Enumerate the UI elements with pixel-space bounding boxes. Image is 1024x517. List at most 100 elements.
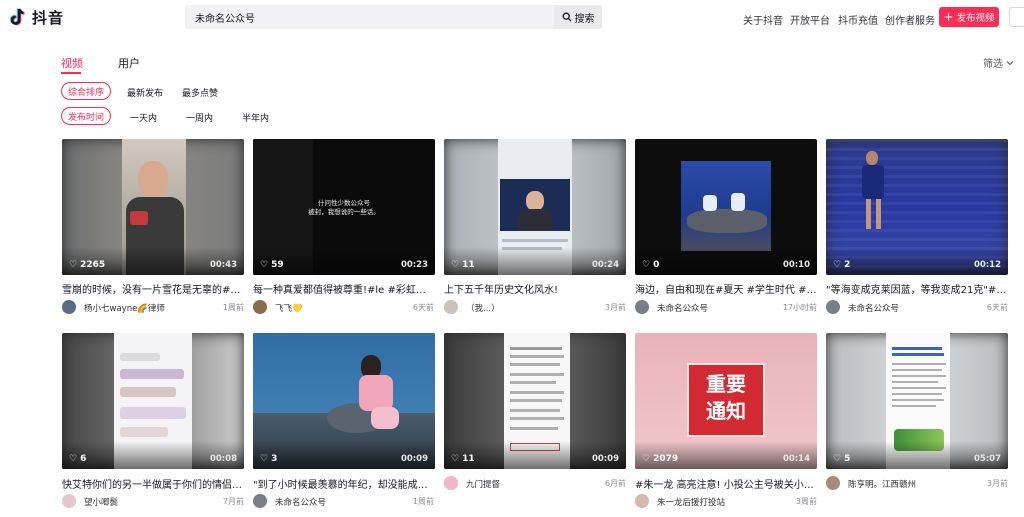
video-thumbnail[interactable]: ♡ 6 00:08: [62, 333, 244, 469]
avatar[interactable]: [635, 494, 649, 508]
nav-creator-service[interactable]: 创作者服务: [885, 12, 935, 27]
video-thumbnail[interactable]: ♡ 3 00:09: [253, 333, 435, 469]
like-count: ♡ 2079: [642, 454, 679, 464]
post-time: 3月前: [986, 479, 1008, 488]
publish-video-button[interactable]: + 发布视频: [939, 7, 999, 27]
heart-icon: ♡: [69, 454, 78, 464]
douyin-note-icon: [8, 7, 28, 27]
author-name[interactable]: 九门提督: [466, 478, 500, 490]
video-duration: 00:43: [209, 260, 237, 270]
avatar[interactable]: [826, 300, 840, 314]
avatar[interactable]: [444, 300, 458, 314]
video-thumbnail[interactable]: ♡ 5 05:07: [826, 333, 1008, 469]
heart-icon: ♡: [642, 260, 651, 270]
post-time: 17小时前: [782, 303, 817, 312]
video-duration: 00:09: [591, 454, 619, 464]
nav-coin-recharge[interactable]: 抖币充值: [838, 12, 878, 27]
heart-icon: ♡: [833, 454, 842, 464]
like-count: ♡ 0: [642, 260, 660, 270]
video-overlay-text: 重要 通知: [706, 372, 746, 423]
video-title[interactable]: "到了小时候最羡慕的年纪，却没能成为最想...: [253, 476, 435, 491]
avatar[interactable]: [62, 494, 76, 508]
like-count: ♡ 11: [451, 260, 475, 270]
author-name[interactable]: 未命名公众号: [848, 302, 899, 314]
author-name[interactable]: 未命名公众号: [275, 496, 326, 508]
avatar[interactable]: [62, 300, 76, 314]
video-duration: 00:12: [973, 260, 1001, 270]
author-name[interactable]: 望小唧鬓: [84, 496, 118, 508]
avatar[interactable]: [253, 300, 267, 314]
heart-icon: ♡: [451, 454, 460, 464]
video-title[interactable]: 海边，自由和现在#夏天 #学生时代 #校园 #...: [635, 281, 817, 296]
post-time: 7月前: [222, 497, 244, 506]
avatar[interactable]: [444, 476, 458, 490]
video-thumbnail[interactable]: 什问性少数公众号 被封，我想说的一些话。 ♡ 59 00:23: [253, 139, 435, 275]
video-thumbnail[interactable]: ♡ 11 00:09: [444, 333, 626, 469]
time-filter-day[interactable]: 一天内: [130, 111, 157, 124]
video-duration: 00:23: [400, 260, 428, 270]
video-duration: 00:08: [209, 454, 237, 464]
video-thumbnail[interactable]: 重要 通知 ♡ 2079 00:14: [635, 333, 817, 469]
video-thumbnail[interactable]: ♡ 11 00:24: [444, 139, 626, 275]
post-time: 6月前: [604, 479, 626, 488]
search-button-label: 搜索: [574, 13, 595, 25]
video-title[interactable]: 快艾特你们的另一半做属于你们的情侣公众号...: [62, 476, 244, 491]
chevron-down-icon: [1006, 60, 1014, 65]
author-name[interactable]: 朱一龙后援打投站: [657, 496, 725, 508]
post-time: 1周前: [222, 303, 244, 312]
video-overlay-text: 什问性少数公众号 被封，我想说的一些话。: [308, 199, 380, 216]
search-input[interactable]: [185, 5, 555, 29]
time-filter-week[interactable]: 一周内: [186, 111, 213, 124]
video-thumbnail[interactable]: ♡ 2265 00:43: [62, 139, 244, 275]
time-filter-publish[interactable]: 发布时间: [61, 107, 111, 125]
video-thumbnail[interactable]: ♡ 0 00:10: [635, 139, 817, 275]
post-time: 6天前: [986, 303, 1008, 312]
video-duration: 00:14: [782, 454, 810, 464]
sort-most-likes[interactable]: 最多点赞: [182, 86, 218, 99]
post-time: 6天前: [412, 303, 434, 312]
video-title[interactable]: "等海变成克莱因蓝，等我变成21克"#每一帧...: [826, 281, 1008, 296]
plus-icon: +: [943, 10, 954, 24]
login-button[interactable]: [1009, 7, 1024, 27]
video-title[interactable]: 每一种真爱都值得被尊重!#le #彩虹男孩: [253, 281, 435, 296]
avatar[interactable]: [635, 300, 649, 314]
like-count: ♡ 3: [260, 454, 278, 464]
search-button[interactable]: 搜索: [554, 5, 602, 29]
heart-icon: ♡: [642, 454, 651, 464]
author-name[interactable]: 陈亨明。江西赣州: [848, 478, 916, 490]
heart-icon: ♡: [260, 454, 269, 464]
video-title[interactable]: #朱一龙 高亮注意! 小投公主号被关小黑屋...: [635, 476, 817, 491]
filter-button[interactable]: 筛选: [983, 55, 1014, 70]
douyin-logo[interactable]: 抖音: [8, 7, 64, 27]
time-filter-halfyear[interactable]: 半年内: [242, 111, 269, 124]
like-count: ♡ 59: [260, 260, 284, 270]
tab-active-underline: [61, 72, 81, 74]
heart-icon: ♡: [69, 260, 78, 270]
author-name[interactable]: （我...）: [466, 302, 500, 314]
video-duration: 00:10: [782, 260, 810, 270]
video-title[interactable]: 雪崩的时候，没有一片雪花是无辜的#彩虹🌈: [62, 281, 244, 296]
author-name[interactable]: 杨小七wayne🌈律师: [84, 302, 165, 314]
heart-icon: ♡: [260, 260, 269, 270]
app-name: 抖音: [32, 8, 65, 27]
search-icon: [562, 12, 571, 22]
nav-open-platform[interactable]: 开放平台: [790, 12, 830, 27]
sort-comprehensive[interactable]: 综合排序: [61, 82, 111, 100]
video-title[interactable]: 上下五千年历史文化风水!: [444, 281, 626, 296]
tab-user[interactable]: 用户: [118, 55, 140, 71]
avatar[interactable]: [826, 476, 840, 490]
sort-latest[interactable]: 最新发布: [127, 86, 163, 99]
author-name[interactable]: 未命名公众号: [657, 302, 708, 314]
tab-video[interactable]: 视频: [61, 55, 83, 71]
like-count: ♡ 6: [69, 454, 87, 464]
post-time: 3月前: [604, 303, 626, 312]
nav-about[interactable]: 关于抖音: [743, 12, 783, 27]
publish-label: 发布视频: [956, 13, 995, 24]
like-count: ♡ 2: [833, 260, 851, 270]
heart-icon: ♡: [451, 260, 460, 270]
author-name[interactable]: 飞飞💛: [275, 302, 303, 314]
heart-icon: ♡: [833, 260, 842, 270]
avatar[interactable]: [253, 494, 267, 508]
video-thumbnail[interactable]: ♡ 2 00:12: [826, 139, 1008, 275]
video-duration: 05:07: [973, 454, 1001, 464]
